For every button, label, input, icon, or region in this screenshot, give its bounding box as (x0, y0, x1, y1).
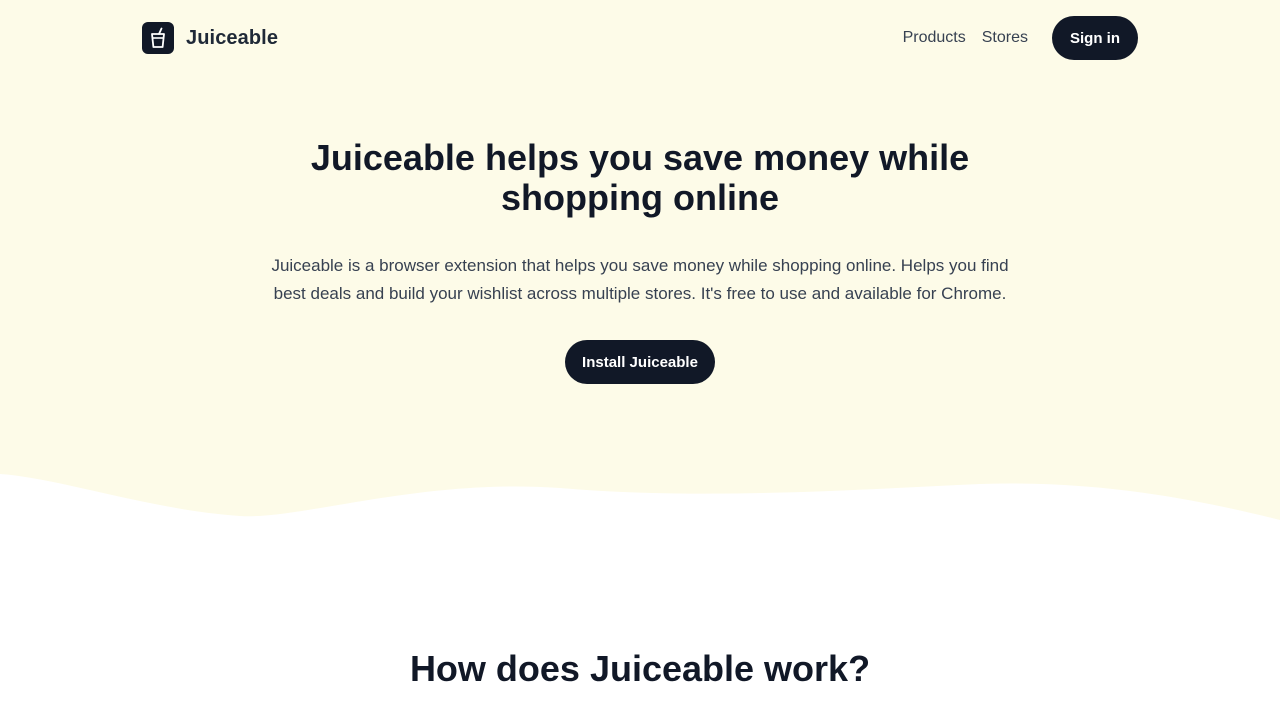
install-juiceable-button[interactable]: Install Juiceable (565, 340, 715, 384)
how-it-works-title: How does Juiceable work? (409, 648, 871, 689)
hero-cta-container: Install Juiceable (0, 340, 1280, 384)
hero-section: Juiceable helps you save money while sho… (0, 138, 1280, 384)
hero-description: Juiceable is a browser extension that he… (271, 256, 1009, 303)
brand-name: Juiceable (186, 26, 279, 49)
main-nav: Products Stores Sign in (903, 16, 1138, 60)
juice-cup-icon (142, 22, 174, 54)
nav-link-stores[interactable]: Stores (982, 29, 1028, 47)
sign-in-button[interactable]: Sign in (1052, 16, 1138, 60)
nav-link-products[interactable]: Products (903, 29, 966, 47)
hero-title: Juiceable helps you save money while sho… (310, 137, 970, 218)
top-navbar: Juiceable Products Stores Sign in (142, 16, 1138, 60)
page: Juiceable Products Stores Sign in Juicea… (0, 0, 1280, 720)
brand-home-link[interactable]: Juiceable (142, 22, 278, 54)
